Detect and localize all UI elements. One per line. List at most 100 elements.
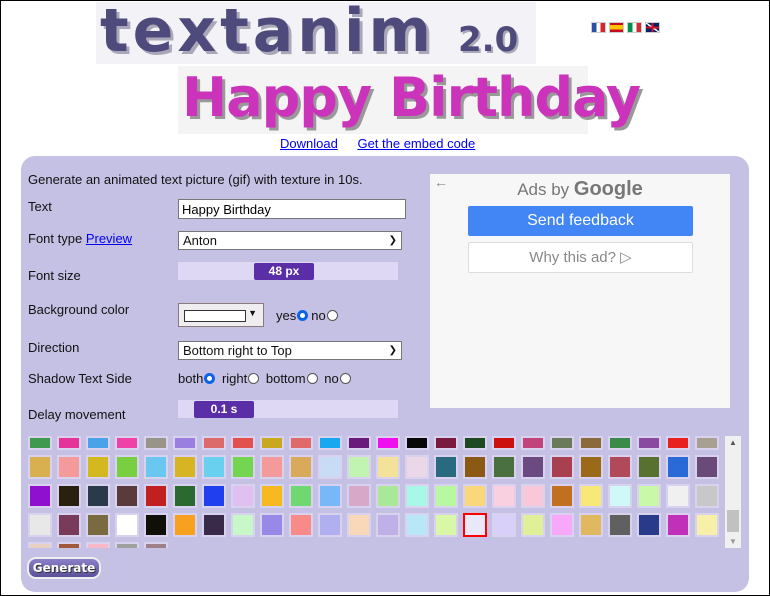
texture-swatch[interactable] (86, 436, 110, 450)
texture-swatch[interactable] (434, 513, 458, 537)
texture-swatch[interactable] (376, 436, 400, 450)
texture-swatch[interactable] (86, 484, 110, 508)
texture-swatch[interactable] (202, 484, 226, 508)
texture-swatch[interactable] (318, 436, 342, 450)
texture-swatch[interactable] (231, 513, 255, 537)
texture-swatch[interactable] (57, 436, 81, 450)
texture-swatch[interactable] (579, 436, 603, 450)
background-color-picker[interactable]: ▼ (178, 303, 264, 327)
texture-swatch[interactable] (695, 513, 719, 537)
texture-swatch[interactable] (144, 436, 168, 450)
texture-swatch[interactable] (608, 455, 632, 479)
texture-swatch[interactable] (231, 484, 255, 508)
texture-swatch[interactable] (289, 455, 313, 479)
flag-uk-icon[interactable] (645, 22, 660, 33)
delay-movement-slider[interactable]: 0.1 s (178, 400, 398, 418)
texture-swatch[interactable] (579, 513, 603, 537)
shadow-right-radio[interactable] (248, 373, 260, 384)
send-feedback-button[interactable]: Send feedback (468, 206, 693, 236)
delay-slider-thumb[interactable]: 0.1 s (194, 401, 254, 418)
texture-swatch[interactable] (463, 513, 487, 537)
texture-swatch[interactable] (28, 484, 52, 508)
font-preview-link[interactable]: Preview (86, 231, 132, 246)
texture-swatch[interactable] (115, 436, 139, 450)
texture-swatch[interactable] (115, 455, 139, 479)
texture-swatch[interactable] (492, 455, 516, 479)
texture-swatch[interactable] (666, 455, 690, 479)
texture-swatch[interactable] (318, 513, 342, 537)
texture-swatch[interactable] (28, 436, 52, 450)
texture-swatch[interactable] (57, 455, 81, 479)
flag-it-icon[interactable] (627, 22, 642, 33)
texture-swatch[interactable] (434, 484, 458, 508)
textanim-logo[interactable]: textanim 2.0 (96, 0, 536, 66)
texture-swatch[interactable] (202, 436, 226, 450)
texture-swatch[interactable] (115, 513, 139, 537)
texture-swatch[interactable] (608, 513, 632, 537)
texture-swatch[interactable] (86, 542, 110, 548)
download-link[interactable]: Download (280, 136, 338, 151)
texture-swatch[interactable] (463, 436, 487, 450)
texture-swatch[interactable] (57, 513, 81, 537)
texture-swatch[interactable] (695, 455, 719, 479)
texture-swatch[interactable] (579, 484, 603, 508)
texture-swatch[interactable] (637, 436, 661, 450)
texture-swatch[interactable] (347, 455, 371, 479)
texture-swatch[interactable] (434, 455, 458, 479)
texture-swatch[interactable] (144, 484, 168, 508)
font-size-slider-thumb[interactable]: 48 px (254, 263, 314, 280)
shadow-both-radio[interactable] (204, 373, 216, 384)
texture-swatch[interactable] (637, 513, 661, 537)
texture-swatch[interactable] (492, 513, 516, 537)
texture-swatch[interactable] (144, 542, 168, 548)
texture-swatch[interactable] (115, 484, 139, 508)
texture-swatch[interactable] (28, 513, 52, 537)
flag-fr-icon[interactable] (591, 22, 606, 33)
texture-swatch[interactable] (637, 484, 661, 508)
texture-swatch[interactable] (376, 455, 400, 479)
texture-swatch[interactable] (695, 484, 719, 508)
texture-swatch[interactable] (550, 455, 574, 479)
texture-swatch[interactable] (521, 484, 545, 508)
texture-swatch[interactable] (260, 484, 284, 508)
texture-swatch[interactable] (579, 455, 603, 479)
texture-swatch[interactable] (144, 513, 168, 537)
texture-swatch[interactable] (28, 542, 52, 548)
texture-swatch[interactable] (28, 455, 52, 479)
direction-select[interactable]: Bottom right to Top ❯ (178, 341, 402, 360)
texture-swatch[interactable] (318, 484, 342, 508)
text-input[interactable] (178, 199, 406, 219)
texture-swatch[interactable] (260, 436, 284, 450)
texture-swatch[interactable] (144, 455, 168, 479)
texture-swatch[interactable] (463, 484, 487, 508)
texture-swatch[interactable] (173, 513, 197, 537)
texture-swatch[interactable] (57, 542, 81, 548)
embed-code-link[interactable]: Get the embed code (357, 136, 475, 151)
texture-swatch[interactable] (492, 436, 516, 450)
texture-swatch[interactable] (86, 513, 110, 537)
texture-swatch[interactable] (463, 455, 487, 479)
scrollbar-thumb[interactable] (727, 510, 739, 532)
texture-swatch[interactable] (260, 513, 284, 537)
texture-swatch[interactable] (173, 484, 197, 508)
texture-swatch[interactable] (202, 513, 226, 537)
texture-swatch[interactable] (347, 513, 371, 537)
bg-no-radio[interactable] (326, 309, 338, 321)
texture-swatch[interactable] (115, 542, 139, 548)
texture-swatch[interactable] (666, 436, 690, 450)
texture-swatch[interactable] (492, 484, 516, 508)
texture-swatch[interactable] (347, 484, 371, 508)
texture-swatch[interactable] (550, 436, 574, 450)
texture-swatch[interactable] (637, 455, 661, 479)
texture-swatch[interactable] (405, 513, 429, 537)
texture-swatch[interactable] (608, 484, 632, 508)
texture-swatch[interactable] (666, 484, 690, 508)
texture-swatch[interactable] (405, 455, 429, 479)
texture-swatch[interactable] (666, 513, 690, 537)
texture-swatch[interactable] (521, 455, 545, 479)
scroll-down-icon[interactable]: ▼ (729, 537, 737, 546)
texture-swatch[interactable] (289, 436, 313, 450)
texture-swatch[interactable] (231, 436, 255, 450)
texture-scrollbar[interactable]: ▲ ▼ (725, 436, 741, 548)
shadow-no-radio[interactable] (339, 373, 351, 384)
